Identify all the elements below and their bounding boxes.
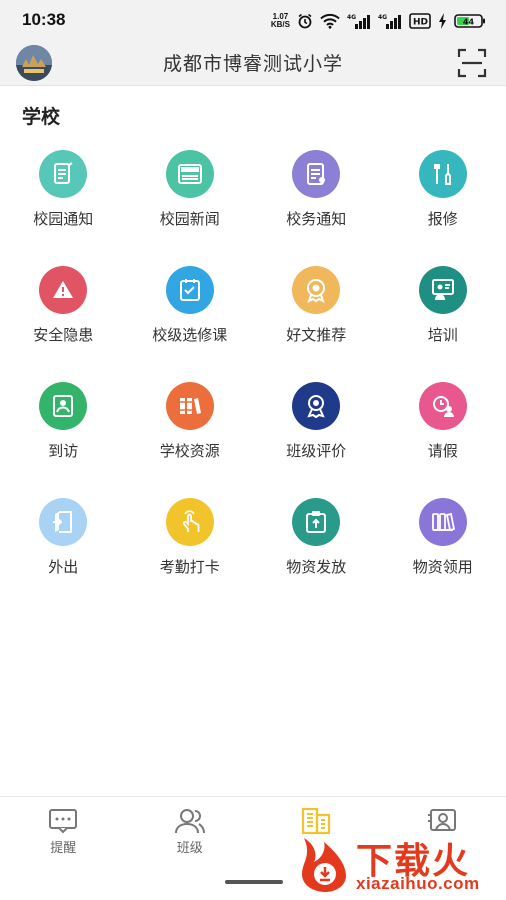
leave-icon bbox=[418, 382, 467, 430]
tile-training[interactable]: 培训 bbox=[380, 266, 506, 382]
recommend-icon bbox=[292, 266, 341, 314]
tile-supplies-requisition[interactable]: 物资领用 bbox=[380, 498, 506, 614]
status-time: 10:38 bbox=[22, 10, 66, 29]
message-icon bbox=[49, 809, 78, 834]
checklist-icon bbox=[165, 266, 214, 314]
tile-label: 物资发放 bbox=[286, 559, 347, 576]
news-icon bbox=[165, 150, 214, 198]
tile-school-resources[interactable]: 学校资源 bbox=[127, 382, 254, 498]
warning-icon bbox=[39, 266, 88, 314]
scan-button[interactable] bbox=[456, 47, 488, 79]
scan-icon bbox=[457, 48, 487, 78]
section-title: 学校 bbox=[22, 107, 61, 128]
tile-going-out[interactable]: 外出 bbox=[0, 498, 127, 614]
clipboard-icon bbox=[292, 498, 341, 546]
tile-label: 外出 bbox=[48, 559, 79, 576]
supplies-icon bbox=[418, 498, 467, 546]
tile-campus-news[interactable]: 校园新闻 bbox=[127, 150, 254, 266]
tile-label: 考勤打卡 bbox=[159, 559, 220, 576]
tile-label: 校级选修课 bbox=[152, 327, 228, 344]
svg-text:44: 44 bbox=[463, 18, 475, 27]
tile-label: 班级评价 bbox=[286, 443, 347, 460]
watermark-url: xiazaihuo.com bbox=[356, 874, 480, 893]
books-icon bbox=[165, 382, 214, 430]
tile-label: 校务通知 bbox=[286, 211, 347, 228]
battery-icon: 44 bbox=[454, 14, 485, 28]
tile-label: 安全隐患 bbox=[33, 327, 94, 344]
tile-label: 到访 bbox=[48, 443, 79, 460]
tile-supplies-distribution[interactable]: 物资发放 bbox=[253, 498, 380, 614]
tab-class[interactable]: 班级 bbox=[127, 797, 254, 863]
network-speed: 1.07 KB/S bbox=[270, 12, 290, 29]
tile-label: 校园通知 bbox=[33, 211, 94, 228]
notice-icon bbox=[39, 150, 88, 198]
tile-label: 培训 bbox=[427, 327, 458, 344]
visitor-icon bbox=[39, 382, 88, 430]
users-icon bbox=[174, 809, 205, 834]
app-header: 成都市博睿测试小学 bbox=[0, 42, 506, 86]
tab-label: 班级 bbox=[176, 840, 203, 855]
signal-icon: 4G bbox=[347, 14, 370, 29]
home-indicator bbox=[225, 880, 283, 884]
tile-label: 请假 bbox=[427, 443, 458, 460]
tile-label: 好文推荐 bbox=[286, 327, 347, 344]
tile-class-evaluation[interactable]: 班级评价 bbox=[253, 382, 380, 498]
watermark: 下载火 xiazaihuo.com bbox=[296, 830, 502, 898]
tile-label: 校园新闻 bbox=[159, 211, 220, 228]
alarm-icon bbox=[298, 13, 312, 29]
document-icon bbox=[292, 150, 341, 198]
status-bar: 10:38 1.07 KB/S 4G 4G HD 44 bbox=[0, 0, 506, 42]
svg-text:HD: HD bbox=[413, 18, 428, 28]
tile-attendance-check-in[interactable]: 考勤打卡 bbox=[127, 498, 254, 614]
tile-leave-request[interactable]: 请假 bbox=[380, 382, 506, 498]
page-title: 成都市博睿测试小学 bbox=[162, 54, 343, 75]
tile-campus-notice[interactable]: 校园通知 bbox=[0, 150, 127, 266]
tile-visit[interactable]: 到访 bbox=[0, 382, 127, 498]
signal-icon-2: 4G bbox=[378, 14, 401, 29]
svg-text:4G: 4G bbox=[378, 14, 387, 21]
hand-tap-icon bbox=[165, 498, 214, 546]
svg-text:4G: 4G bbox=[347, 14, 356, 21]
tools-icon bbox=[418, 150, 467, 198]
tile-safety-hazard[interactable]: 安全隐患 bbox=[0, 266, 127, 382]
status-icons: 1.07 KB/S 4G 4G HD 44 bbox=[271, 11, 486, 31]
tile-repair[interactable]: 报修 bbox=[380, 150, 506, 266]
door-icon bbox=[39, 498, 88, 546]
tile-school-affairs-notice[interactable]: 校务通知 bbox=[253, 150, 380, 266]
badge-icon bbox=[292, 382, 341, 430]
function-grid: 校园通知 校园新闻 校务通知 报修 安全隐患 校级选修课 好文推荐 培训 到访 … bbox=[0, 150, 506, 614]
charging-icon bbox=[439, 13, 446, 29]
hd-icon: HD bbox=[409, 13, 431, 29]
flame-logo-icon bbox=[302, 838, 346, 892]
tile-label: 报修 bbox=[427, 211, 458, 228]
tab-reminder[interactable]: 提醒 bbox=[0, 797, 127, 863]
tile-label: 学校资源 bbox=[159, 443, 220, 460]
tile-article-recommend[interactable]: 好文推荐 bbox=[253, 266, 380, 382]
tile-elective-course[interactable]: 校级选修课 bbox=[127, 266, 254, 382]
tab-label: 提醒 bbox=[50, 840, 77, 855]
tile-label: 物资领用 bbox=[412, 559, 473, 576]
wifi-icon bbox=[320, 13, 340, 29]
training-icon bbox=[418, 266, 467, 314]
